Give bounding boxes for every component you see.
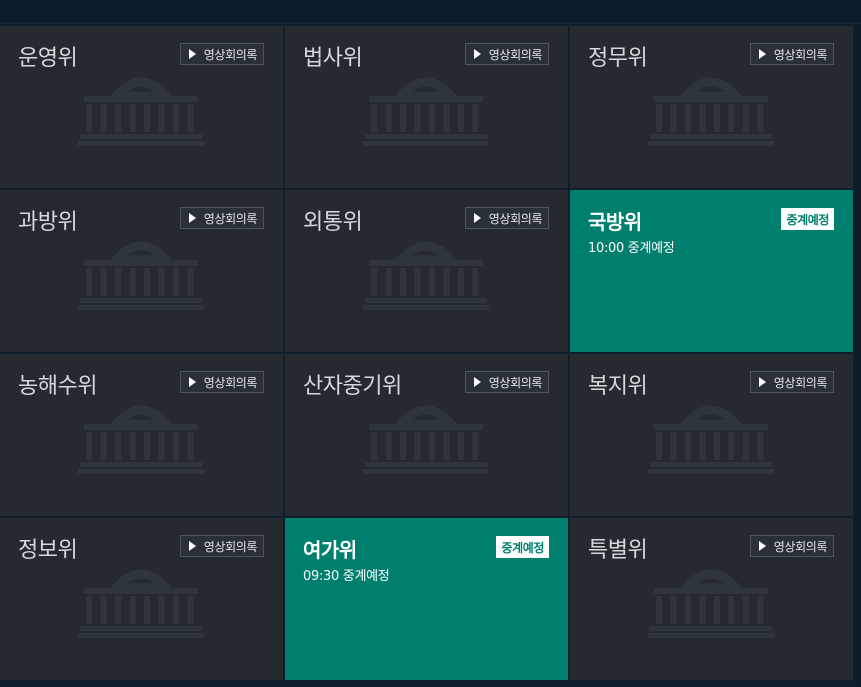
video-minutes-label: 영상회의록 [773, 47, 828, 62]
committee-cell[interactable]: 산자중기위 영상회의록 [285, 354, 568, 516]
national-assembly-building-icon [648, 569, 774, 638]
committee-name: 특별위 [588, 538, 648, 563]
committee-cell[interactable]: 법사위 영상회의록 [285, 26, 568, 188]
committee-cell[interactable]: 정보위 영상회의록 [0, 518, 283, 680]
committee-name: 운영위 [18, 46, 78, 71]
committee-cell[interactable]: 과방위 영상회의록 [0, 190, 283, 352]
video-minutes-label: 영상회의록 [203, 211, 258, 226]
national-assembly-building-icon [648, 77, 774, 146]
video-minutes-button[interactable]: 영상회의록 [749, 371, 834, 393]
committee-name: 정무위 [588, 46, 648, 71]
committee-cell[interactable]: 운영위 영상회의록 [0, 26, 283, 188]
video-minutes-label: 영상회의록 [773, 539, 828, 554]
video-minutes-label: 영상회의록 [203, 375, 258, 390]
play-icon [188, 541, 196, 551]
committee-cell[interactable]: 정무위 영상회의록 [570, 26, 853, 188]
play-icon [188, 49, 196, 59]
play-icon [758, 377, 766, 387]
committee-name: 과방위 [18, 210, 78, 235]
play-icon [758, 541, 766, 551]
live-scheduled-badge: 중계예정 [781, 208, 834, 230]
committee-cell[interactable]: 복지위 영상회의록 [570, 354, 853, 516]
play-icon [758, 49, 766, 59]
national-assembly-building-icon [648, 405, 774, 474]
video-minutes-button[interactable]: 영상회의록 [749, 43, 834, 65]
committee-name: 복지위 [588, 374, 648, 399]
committee-name: 여가위 [303, 538, 357, 562]
video-minutes-button[interactable]: 영상회의록 [179, 207, 264, 229]
play-icon [188, 213, 196, 223]
committee-cell[interactable]: 특별위 영상회의록 [570, 518, 853, 680]
committee-name: 정보위 [18, 538, 78, 563]
committee-grid: 운영위 영상회의록 법사위 영상회의록 정무위 영상회의록 과방위 영상회의록 … [0, 26, 853, 680]
national-assembly-building-icon [78, 569, 204, 638]
live-scheduled-badge: 중계예정 [496, 536, 549, 558]
committee-cell[interactable]: 농해수위 영상회의록 [0, 354, 283, 516]
top-bar [0, 0, 861, 24]
committee-name: 농해수위 [18, 374, 97, 399]
national-assembly-building-icon [363, 241, 489, 310]
video-minutes-button[interactable]: 영상회의록 [749, 535, 834, 557]
video-minutes-label: 영상회의록 [488, 47, 543, 62]
national-assembly-building-icon [363, 405, 489, 474]
committee-name: 외통위 [303, 210, 363, 235]
committee-cell[interactable]: 국방위 중계예정 10:00 중계예정 [570, 190, 853, 352]
play-icon [473, 49, 481, 59]
committee-cell[interactable]: 여가위 중계예정 09:30 중계예정 [285, 518, 568, 680]
play-icon [473, 377, 481, 387]
national-assembly-building-icon [78, 77, 204, 146]
national-assembly-building-icon [78, 405, 204, 474]
video-minutes-label: 영상회의록 [488, 375, 543, 390]
right-edge [854, 26, 861, 687]
schedule-time: 09:30 중계예정 [303, 569, 390, 584]
video-minutes-label: 영상회의록 [488, 211, 543, 226]
video-minutes-label: 영상회의록 [773, 375, 828, 390]
play-icon [188, 377, 196, 387]
play-icon [473, 213, 481, 223]
national-assembly-building-icon [78, 241, 204, 310]
video-minutes-label: 영상회의록 [203, 47, 258, 62]
video-minutes-button[interactable]: 영상회의록 [464, 371, 549, 393]
national-assembly-building-icon [363, 77, 489, 146]
committee-name: 산자중기위 [303, 374, 402, 399]
committee-cell[interactable]: 외통위 영상회의록 [285, 190, 568, 352]
video-minutes-button[interactable]: 영상회의록 [464, 43, 549, 65]
video-minutes-button[interactable]: 영상회의록 [179, 535, 264, 557]
video-minutes-button[interactable]: 영상회의록 [179, 43, 264, 65]
committee-name: 법사위 [303, 46, 363, 71]
committee-name: 국방위 [588, 210, 642, 234]
video-minutes-button[interactable]: 영상회의록 [179, 371, 264, 393]
schedule-time: 10:00 중계예정 [588, 241, 675, 256]
video-minutes-label: 영상회의록 [203, 539, 258, 554]
video-minutes-button[interactable]: 영상회의록 [464, 207, 549, 229]
